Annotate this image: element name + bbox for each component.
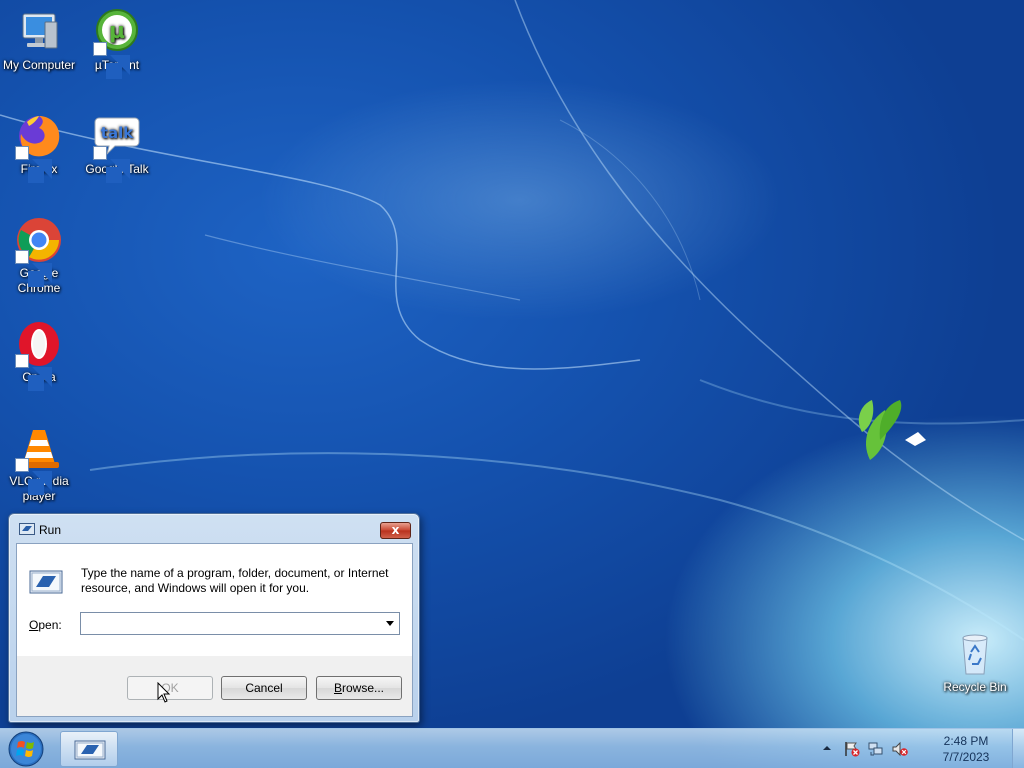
firefox-icon — [15, 112, 63, 183]
desktop-icon-my-computer[interactable]: My Computer — [0, 8, 78, 73]
open-combobox[interactable] — [80, 612, 400, 635]
start-button[interactable] — [6, 730, 46, 768]
network-icon[interactable] — [868, 741, 884, 757]
open-input[interactable] — [83, 615, 379, 632]
run-dialog[interactable]: Run x Type the name of a program, folder… — [8, 513, 420, 723]
open-label: Open: — [29, 618, 62, 632]
browse-button[interactable]: Browse... — [316, 676, 402, 700]
green-leaves-decoration — [858, 400, 926, 460]
close-icon: x — [391, 523, 400, 537]
shortcut-arrow-icon — [15, 354, 52, 391]
chrome-icon — [15, 216, 63, 287]
desktop-icon-google-chrome[interactable]: Google Chrome — [0, 216, 78, 296]
desktop-icon-label: My Computer — [2, 58, 76, 72]
run-dialog-title: Run — [39, 523, 62, 537]
mouse-cursor-icon — [157, 682, 171, 703]
run-dialog-content: Type the name of a program, folder, docu… — [17, 544, 412, 656]
close-button[interactable]: x — [380, 522, 411, 539]
show-desktop-button[interactable] — [1012, 729, 1024, 768]
action-center-flag-icon[interactable] — [844, 741, 860, 757]
shortcut-arrow-icon — [93, 146, 130, 183]
run-program-icon — [29, 570, 63, 594]
run-icon — [74, 740, 106, 760]
chevron-down-icon[interactable] — [385, 618, 395, 628]
show-hidden-icons-chevron-up-icon[interactable] — [822, 743, 832, 753]
svg-text:talk: talk — [101, 124, 134, 142]
cancel-button[interactable]: Cancel — [221, 676, 307, 700]
svg-text:µ: µ — [109, 19, 125, 44]
volume-muted-icon[interactable] — [892, 741, 908, 757]
system-tray: 2:48 PM 7/7/2023 — [820, 729, 1010, 768]
taskbar: 2:48 PM 7/7/2023 — [0, 728, 1024, 768]
run-dialog-title-bar[interactable]: Run x — [9, 514, 419, 540]
taskbar-item-run[interactable] — [60, 731, 118, 767]
recycle-bin-icon — [951, 630, 999, 678]
run-dialog-body: Type the name of a program, folder, docu… — [16, 543, 413, 717]
vlc-cone-icon — [15, 424, 63, 495]
utorrent-icon: µ — [93, 8, 141, 79]
run-icon — [19, 523, 35, 535]
opera-icon — [15, 320, 63, 391]
windows-logo-icon — [8, 731, 44, 767]
clock-time: 2:48 PM — [943, 734, 989, 748]
desktop-icon-label: Recycle Bin — [943, 680, 1007, 694]
computer-icon — [15, 8, 63, 56]
shortcut-arrow-icon — [15, 458, 52, 495]
clock-date: 7/7/2023 — [942, 750, 990, 764]
desktop-icon-vlc[interactable]: VLC media player — [0, 424, 78, 504]
shortcut-arrow-icon — [15, 146, 52, 183]
google-talk-icon: talk — [93, 112, 141, 183]
desktop-icon-google-talk[interactable]: talk Google Talk — [78, 112, 156, 183]
desktop-icon-recycle-bin[interactable]: Recycle Bin — [936, 630, 1014, 695]
run-description: Type the name of a program, folder, docu… — [81, 566, 389, 595]
shortcut-arrow-icon — [15, 250, 52, 287]
desktop-icon-utorrent[interactable]: µ µTorrent — [78, 8, 156, 79]
clock[interactable]: 2:48 PM 7/7/2023 — [936, 733, 996, 765]
desktop-icon-opera[interactable]: Opera — [0, 320, 78, 391]
shortcut-arrow-icon — [93, 42, 130, 79]
desktop-icon-firefox[interactable]: Firefox — [0, 112, 78, 183]
